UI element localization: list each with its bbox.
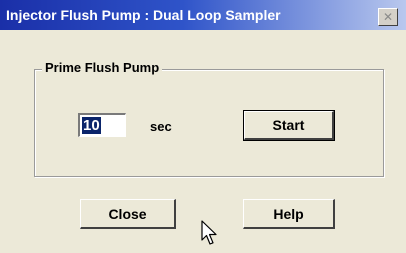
injector-flush-pump-dialog: Injector Flush Pump : Dual Loop Sampler … <box>0 0 406 253</box>
close-window-button[interactable]: ✕ <box>378 8 398 26</box>
close-button[interactable]: Close <box>80 199 176 229</box>
help-button-label: Help <box>273 205 304 222</box>
start-button-label: Start <box>272 117 305 133</box>
close-icon: ✕ <box>382 10 394 24</box>
help-button[interactable]: Help <box>243 199 335 229</box>
prime-seconds-value: 10 <box>82 117 101 134</box>
seconds-unit-label: sec <box>150 119 172 134</box>
close-button-label: Close <box>108 205 147 222</box>
prime-seconds-input[interactable]: 10 <box>78 113 126 137</box>
start-button[interactable]: Start <box>243 110 335 141</box>
title-bar[interactable]: Injector Flush Pump : Dual Loop Sampler … <box>0 0 406 30</box>
window-title: Injector Flush Pump : Dual Loop Sampler <box>6 7 281 23</box>
mouse-pointer-icon <box>201 220 217 245</box>
prime-flush-pump-legend: Prime Flush Pump <box>42 60 163 75</box>
